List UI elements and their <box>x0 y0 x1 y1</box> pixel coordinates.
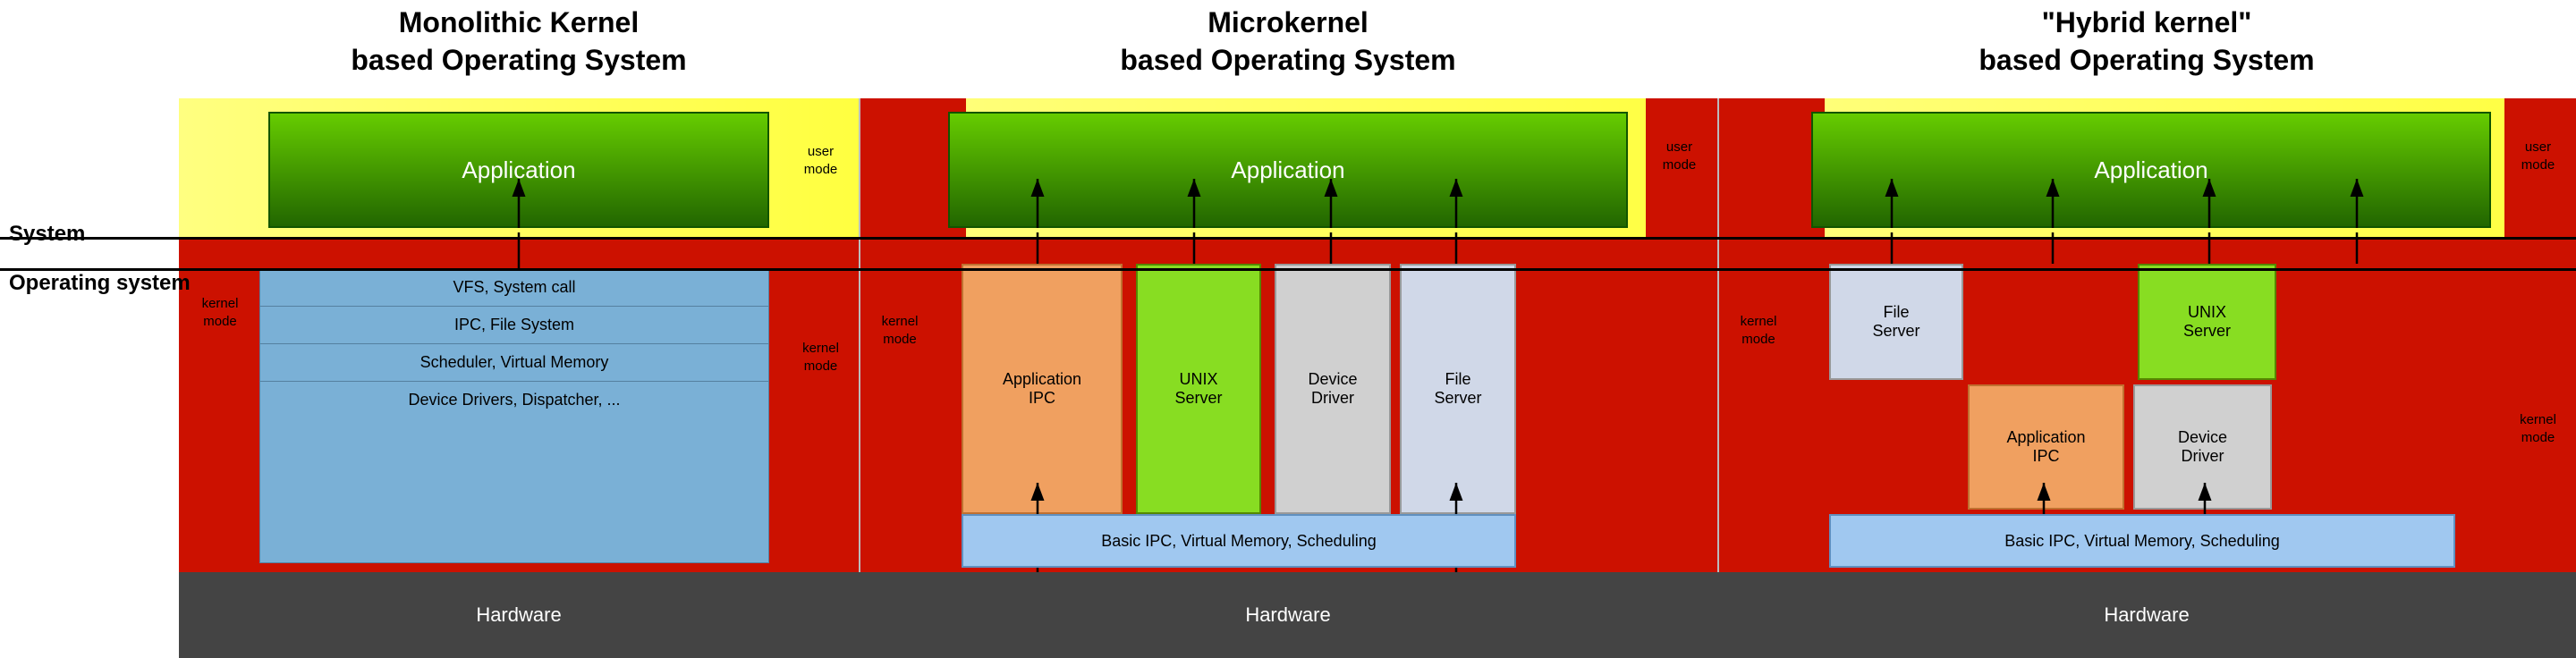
kernel-mode-label-1: kernelmode <box>184 295 256 330</box>
application-box-3: Application <box>1811 112 2491 228</box>
kernel-box-1: VFS, System call IPC, File System Schedu… <box>259 268 769 563</box>
hybrid-title: "Hybrid kernel"based Operating System <box>1717 4 2576 79</box>
kernel-mode-label-1b: kernelmode <box>787 340 854 375</box>
hk-red-left <box>1717 98 1825 237</box>
hardware-2: Hardware <box>859 572 1717 658</box>
device-driver-box-hk: DeviceDriver <box>2133 384 2272 510</box>
microkernel-title: Microkernelbased Operating System <box>859 4 1717 79</box>
hardware-3: Hardware <box>1717 572 2576 658</box>
app-ipc-box-hk: ApplicationIPC <box>1968 384 2124 510</box>
device-driver-box-mk: DeviceDriver <box>1275 264 1391 514</box>
unix-server-box-hk: UNIXServer <box>2138 264 2276 380</box>
os-separator <box>0 268 2576 271</box>
os-label: Operating system <box>9 271 191 296</box>
scheduler-label: Scheduler, Virtual Memory <box>260 344 768 382</box>
vfs-label: VFS, System call <box>260 269 768 307</box>
user-mode-label-1: usermode <box>787 143 854 178</box>
hardware-1: Hardware <box>179 572 859 658</box>
system-label: System <box>9 222 85 247</box>
file-server-box-hk: FileServer <box>1829 264 1963 380</box>
application-box-2: Application <box>948 112 1628 228</box>
kernel-mode-label-3: kernelmode <box>1723 313 1794 348</box>
user-mode-label-2: usermode <box>1646 139 1713 173</box>
application-box-1: Application <box>268 112 769 228</box>
ipc-label: IPC, File System <box>260 307 768 344</box>
file-server-box-mk: FileServer <box>1400 264 1516 514</box>
user-mode-label-3: usermode <box>2504 139 2572 173</box>
unix-server-box: UNIXServer <box>1136 264 1261 514</box>
system-separator <box>0 237 2576 240</box>
drivers-label: Device Drivers, Dispatcher, ... <box>260 382 768 418</box>
monolithic-title: Monolithic Kernelbased Operating System <box>179 4 859 79</box>
kernel-mode-label-2: kernelmode <box>864 313 936 348</box>
basic-ipc-box-hk: Basic IPC, Virtual Memory, Scheduling <box>1829 514 2455 568</box>
kernel-mode-label-3b: kernelmode <box>2504 411 2572 446</box>
app-ipc-box: ApplicationIPC <box>962 264 1123 514</box>
basic-ipc-box-mk: Basic IPC, Virtual Memory, Scheduling <box>962 514 1516 568</box>
